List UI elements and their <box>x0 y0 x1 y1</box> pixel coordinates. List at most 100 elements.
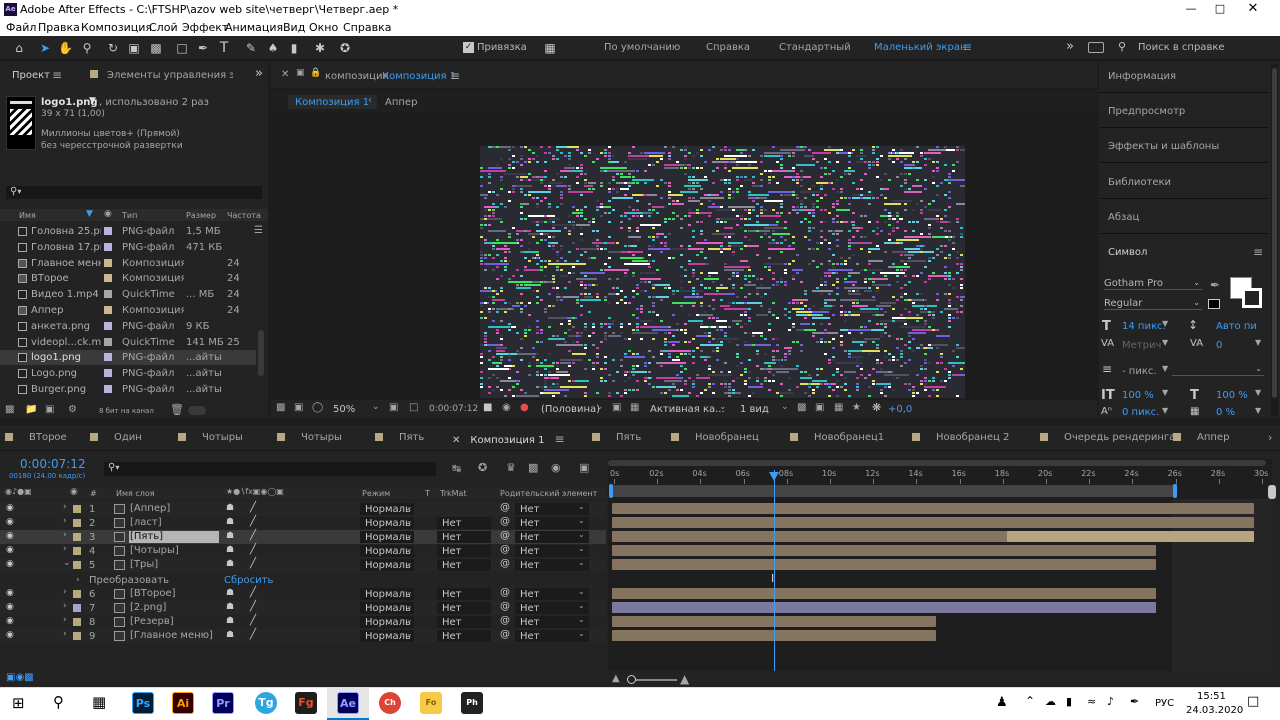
blend-mode-value[interactable]: Нормаль <box>365 518 411 529</box>
show-snapshot-icon[interactable]: ◉ <box>502 402 511 413</box>
camera-select[interactable]: Активная ка... <box>650 404 725 415</box>
tab-label[interactable]: Чотыры <box>301 432 342 443</box>
illustrator-icon[interactable]: Ai <box>172 692 194 714</box>
shy-layers-icon[interactable]: ♛ <box>506 461 516 474</box>
stroke-style-select[interactable]: ⌄ <box>1172 364 1264 376</box>
layer-label-color[interactable] <box>73 561 81 569</box>
input-language[interactable]: РУС <box>1155 698 1174 709</box>
layer-name[interactable]: [2.png] <box>129 602 219 614</box>
parent-value[interactable]: Нет <box>520 589 540 600</box>
minimize-button[interactable]: — <box>1174 0 1208 20</box>
layer-expand-chevron-icon[interactable]: › <box>63 516 67 526</box>
quality-switch-icon[interactable]: ╱ <box>250 629 256 640</box>
close-tab-icon[interactable]: ✕ <box>452 435 460 446</box>
tab-label[interactable]: Новобранец <box>695 432 759 443</box>
trkmat-value[interactable]: Нет <box>442 532 462 543</box>
label-column-icon[interactable]: ◉ <box>104 209 112 219</box>
tab-label[interactable]: Новобранец1 <box>814 432 884 443</box>
menu-animation[interactable]: Анимация <box>225 21 283 34</box>
parent-chevron-icon[interactable]: ⌄ <box>578 601 585 610</box>
tab-label[interactable]: Чотыры <box>202 432 243 443</box>
pen-tool-icon[interactable]: ✒ <box>196 41 210 55</box>
timeline-timecode[interactable]: 0:00:07:12 <box>20 457 86 471</box>
volume-icon[interactable]: ♪ <box>1107 695 1114 708</box>
reset-transform-link[interactable]: Сбросить <box>224 575 273 586</box>
blend-mode-chevron-icon[interactable]: ⌄ <box>406 530 413 539</box>
quality-switch-icon[interactable]: ╱ <box>250 544 256 555</box>
workspace-standard[interactable]: Стандартный <box>779 42 851 53</box>
channel-icon[interactable]: ● <box>520 402 529 413</box>
trkmat-value[interactable]: Нет <box>442 518 462 529</box>
label-color-swatch[interactable] <box>104 290 112 299</box>
panel-libraries[interactable]: Библиотеки <box>1108 177 1171 188</box>
camera-tool-icon[interactable]: ▣ <box>127 41 141 55</box>
label-color-swatch[interactable] <box>104 369 112 378</box>
adjust-settings-icon[interactable]: ⚙ <box>68 404 77 415</box>
tab-label[interactable]: ВТорое <box>29 432 67 443</box>
layer-label-color[interactable] <box>73 533 81 541</box>
layer-expand-chevron-icon[interactable]: › <box>63 502 67 512</box>
layer-clip-bar[interactable] <box>612 545 1157 556</box>
timeline-vscroll[interactable] <box>1268 485 1276 499</box>
timeline-tab[interactable]: Один <box>90 432 142 446</box>
parent-chevron-icon[interactable]: ⌄ <box>578 516 585 525</box>
timeline-tab[interactable]: Чотыры <box>178 432 243 446</box>
vertical-scale-value[interactable]: 100 % <box>1122 390 1154 401</box>
breadcrumb-active-label[interactable]: Композиция 1 <box>295 97 369 108</box>
photos-icon[interactable]: Ph <box>461 692 483 714</box>
parent-value[interactable]: Нет <box>520 518 540 529</box>
panel-paragraph[interactable]: Абзац <box>1108 212 1139 223</box>
tab-label[interactable]: Очередь рендеринга <box>1064 432 1175 443</box>
menu-window[interactable]: Окно <box>309 21 338 34</box>
layer-label-color[interactable] <box>73 590 81 598</box>
horizontal-scale-value[interactable]: 100 % <box>1216 390 1248 401</box>
visibility-eye-icon[interactable]: ◉ <box>6 545 14 555</box>
tab-project-menu-icon[interactable]: ≡ <box>52 68 62 82</box>
col-mode[interactable]: Режим <box>362 489 390 498</box>
timeline-tab[interactable]: Новобранец 2 <box>912 432 1009 446</box>
rotate-tool-icon[interactable]: ↻ <box>106 41 120 55</box>
zoom-chevron-icon[interactable]: ⌄ <box>372 402 380 412</box>
quality-switch-icon[interactable]: ╱ <box>250 601 256 612</box>
blend-mode-value[interactable]: Нормаль <box>365 532 411 543</box>
layer-name[interactable]: [Тры] <box>129 559 219 571</box>
timeline-tab[interactable]: Пять <box>592 432 641 446</box>
blend-mode-value[interactable]: Нормаль <box>365 546 411 557</box>
parent-chevron-icon[interactable]: ⌄ <box>578 530 585 539</box>
wifi-icon[interactable]: ≈ <box>1087 695 1096 708</box>
search-icon[interactable]: ⚲ <box>53 693 64 711</box>
col-trkmat[interactable]: TrkMat <box>440 489 467 498</box>
menu-help[interactable]: Справка <box>343 21 391 34</box>
bit-depth-label[interactable]: 8 бит на канал <box>99 407 154 415</box>
blend-mode-chevron-icon[interactable]: ⌄ <box>406 544 413 553</box>
parent-value[interactable]: Нет <box>520 617 540 628</box>
resolution-select[interactable]: (Половина) <box>541 404 600 415</box>
figma-icon[interactable]: Fg <box>295 692 317 714</box>
panel-preview[interactable]: Предпросмотр <box>1108 106 1185 117</box>
font-style-select[interactable]: Regular ⌄ <box>1104 298 1202 310</box>
layer-name[interactable]: [Аппер] <box>129 503 219 515</box>
visibility-eye-icon[interactable]: ◉ <box>6 630 14 640</box>
new-composition-icon[interactable]: ▣ <box>45 404 54 415</box>
lock-icon-2[interactable]: 🔒 <box>310 68 321 78</box>
label-color-swatch[interactable] <box>104 306 112 314</box>
layer-label-color[interactable] <box>73 618 81 626</box>
parent-pickwhip-icon[interactable]: @ <box>500 530 510 541</box>
motion-blur-icon[interactable]: ◉ <box>551 461 561 474</box>
timeline-tab[interactable]: ✕ Композиция 1 ≡ <box>452 432 565 446</box>
parent-value[interactable]: Нет <box>520 546 540 557</box>
layer-expand-chevron-icon[interactable]: › <box>63 629 67 639</box>
layer-expand-chevron-icon[interactable]: › <box>63 544 67 554</box>
label-color-swatch[interactable] <box>104 242 112 251</box>
transform-chevron-icon[interactable]: › <box>76 575 80 585</box>
visibility-eye-icon[interactable]: ◉ <box>6 531 14 541</box>
delete-icon[interactable]: 🗑 <box>170 403 184 416</box>
vertical-scale-chevron-icon[interactable]: ▼ <box>1162 388 1168 397</box>
cloud-icon[interactable]: ☁ <box>1045 695 1056 708</box>
after-effects-icon[interactable]: Ae <box>337 692 359 714</box>
panel-overflow-icon[interactable]: » <box>255 66 263 81</box>
layer-label-color[interactable] <box>73 505 81 513</box>
tab-effect-controls[interactable]: Элементы управления эффект <box>107 70 233 81</box>
panel-character[interactable]: Символ <box>1108 247 1147 258</box>
snapshot-icon[interactable]: ■ <box>483 402 492 413</box>
